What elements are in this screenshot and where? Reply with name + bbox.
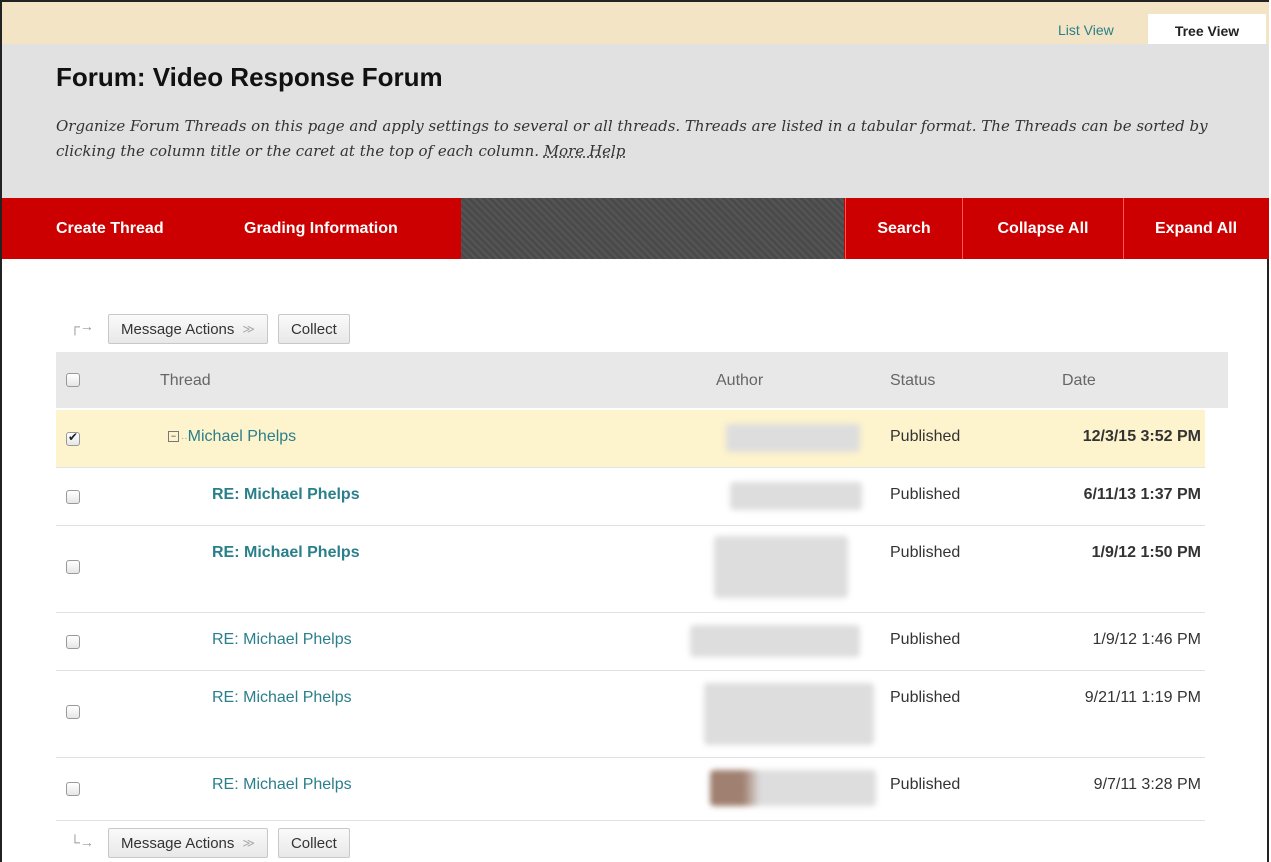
row-checkbox[interactable] [66,490,80,504]
status-text: Published [890,428,961,445]
thread-title: Michael Phelps [187,428,297,445]
table-header: Thread Author Status Date [56,352,1228,408]
status-text: Published [890,776,961,793]
row-checkbox[interactable] [66,635,80,649]
row-checkbox[interactable] [66,705,80,719]
thread-link[interactable]: RE: Michael Phelps [212,776,352,794]
message-actions-label: Message Actions [121,834,235,852]
chevron-down-icon: ≫ [242,836,255,850]
status-text: Published [890,544,961,561]
column-date[interactable]: Date [1062,372,1096,390]
description-text: Organize Forum Threads on this page and … [56,117,1208,160]
collapse-icon[interactable]: − [168,431,179,443]
top-toolbar: Message Actions ≫ Collect [108,314,350,344]
more-help-link[interactable]: More Help [544,142,626,160]
author-avatar-blurred [710,770,876,806]
tab-list-view[interactable]: List View [1058,22,1114,38]
thread-link[interactable]: RE: Michael Phelps [212,631,352,649]
thread-link[interactable]: − ··Michael Phelps [168,428,296,446]
collect-button[interactable]: Collect [277,314,350,344]
action-bar-spacer [461,198,844,259]
create-thread-button[interactable]: Create Thread [56,198,164,259]
select-all-checkbox[interactable] [66,373,80,387]
table-row[interactable]: RE: Michael Phelps Published 9/21/11 1:1… [56,671,1205,758]
table-row[interactable]: RE: Michael Phelps Published 1/9/12 1:46… [56,613,1205,671]
status-text: Published [890,689,961,706]
chevron-down-icon: ≫ [242,322,255,336]
message-actions-label: Message Actions [121,320,235,338]
table-row[interactable]: RE: Michael Phelps Published 6/11/13 1:3… [56,468,1205,526]
status-text: Published [890,631,961,648]
expand-all-button[interactable]: Expand All [1123,198,1268,259]
author-avatar-blurred [704,683,874,745]
thread-link[interactable]: RE: Michael Phelps [212,544,360,562]
tab-tree-view[interactable]: Tree View [1148,14,1266,48]
thread-link[interactable]: RE: Michael Phelps [212,486,360,504]
date-text: 9/7/11 3:28 PM [1093,776,1201,793]
page-description: Organize Forum Threads on this page and … [56,114,1256,164]
row-checkbox[interactable] [66,430,80,446]
row-checkbox[interactable] [66,560,80,574]
date-text: 12/3/15 3:52 PM [1082,428,1201,445]
collapse-all-button[interactable]: Collapse All [962,198,1123,259]
table-row[interactable]: −··Michael Phelps Published 12/3/15 3:52… [56,410,1205,468]
author-avatar-blurred [690,625,860,657]
status-text: Published [890,486,961,503]
search-button[interactable]: Search [845,198,962,259]
selection-arrow-icon: └→ [70,834,94,850]
thread-link[interactable]: RE: Michael Phelps [212,689,352,707]
column-status[interactable]: Status [890,372,935,390]
column-thread[interactable]: Thread [160,372,211,390]
column-author[interactable]: Author [716,372,763,390]
date-text: 1/9/12 1:46 PM [1092,631,1201,648]
table-row[interactable]: RE: Michael Phelps Published 1/9/12 1:50… [56,526,1205,613]
date-text: 1/9/12 1:50 PM [1091,544,1201,561]
author-avatar-blurred [726,424,860,452]
grading-information-button[interactable]: Grading Information [244,198,398,259]
message-actions-button[interactable]: Message Actions ≫ [108,828,268,858]
date-text: 6/11/13 1:37 PM [1083,486,1201,503]
author-avatar-blurred [714,536,848,598]
row-checkbox[interactable] [66,782,80,796]
table-row[interactable]: RE: Michael Phelps Published 9/7/11 3:28… [56,758,1205,821]
collect-button[interactable]: Collect [277,828,350,858]
date-text: 9/21/11 1:19 PM [1084,689,1201,706]
page-title: Forum: Video Response Forum [56,62,443,92]
selection-arrow-icon: ┌→ [70,318,94,334]
tree-line-icon: ·· [181,433,188,444]
bottom-toolbar: Message Actions ≫ Collect [108,828,350,858]
author-avatar-blurred [730,482,862,510]
message-actions-button[interactable]: Message Actions ≫ [108,314,268,344]
